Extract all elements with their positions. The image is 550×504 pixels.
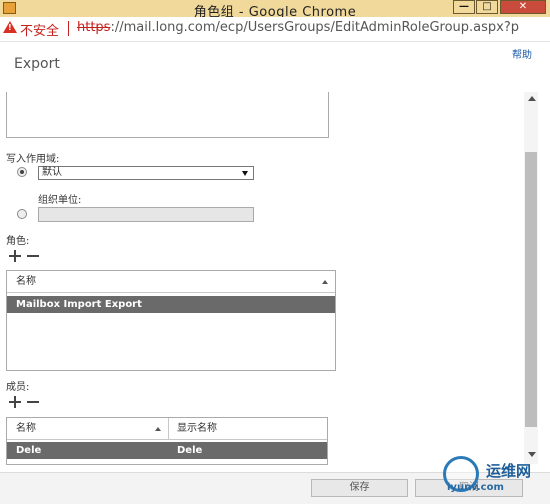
roles-label: 角色: [6, 236, 30, 247]
members-grid: 名称 显示名称 Dele Dele [6, 417, 328, 465]
add-member-plus-icon[interactable] [9, 396, 21, 408]
scroll-down-arrow-icon[interactable] [528, 452, 536, 457]
ou-label: 组织单位: [38, 195, 82, 206]
add-role-plus-icon[interactable] [9, 250, 21, 262]
roles-row-selected[interactable]: Mailbox Import Export [7, 296, 335, 313]
members-name-header[interactable]: 名称 [7, 418, 168, 440]
role-name-cell: Mailbox Import Export [16, 299, 142, 310]
members-display-header-label: 显示名称 [177, 423, 217, 434]
url-path: ://mail.long.com/ecp/UsersGroups/EditAdm… [110, 20, 520, 35]
minimize-button[interactable]: — [453, 0, 475, 14]
ou-scope-radio[interactable] [17, 209, 27, 219]
dialog-title: Export [14, 56, 60, 72]
members-row-selected[interactable]: Dele Dele [7, 442, 327, 459]
address-bar[interactable]: ! 不安全 https://mail.long.com/ecp/UsersGro… [0, 17, 550, 42]
save-button[interactable]: 保存 [311, 479, 408, 497]
warning-icon[interactable]: ! [3, 21, 17, 33]
sort-ascending-icon [322, 280, 328, 284]
roles-grid: 名称 Mailbox Import Export [6, 270, 336, 371]
default-scope-radio[interactable] [17, 167, 27, 177]
maximize-button[interactable]: □ [476, 0, 498, 14]
remove-member-minus-icon[interactable] [27, 401, 39, 403]
roles-header-label: 名称 [16, 276, 36, 287]
sort-ascending-icon [155, 427, 161, 431]
watermark-title: 运维网 [486, 462, 532, 480]
watermark-subtitle: iyunv.com [447, 482, 504, 493]
url-text[interactable]: https://mail.long.com/ecp/UsersGroups/Ed… [77, 20, 519, 35]
address-separator [68, 21, 69, 36]
dropdown-value: 默认 [42, 167, 62, 178]
scroll-up-arrow-icon[interactable] [528, 96, 536, 101]
write-scope-dropdown[interactable]: 默认 [38, 166, 254, 180]
ou-field [38, 207, 254, 222]
description-textarea[interactable] [6, 92, 329, 138]
help-link[interactable]: 帮助 [512, 46, 532, 61]
window-title-bar: 角色组 - Google Chrome — □ ✕ [0, 0, 550, 20]
remove-role-minus-icon[interactable] [27, 255, 39, 257]
chevron-down-icon [242, 171, 248, 176]
security-status[interactable]: 不安全 [20, 20, 59, 39]
members-label: 成员: [6, 382, 30, 393]
url-protocol: https [77, 20, 111, 35]
close-button[interactable]: ✕ [500, 0, 546, 14]
member-display-cell: Dele [177, 445, 203, 456]
write-scope-label: 写入作用域: [6, 154, 60, 165]
member-name-cell: Dele [16, 445, 42, 456]
members-display-header[interactable]: 显示名称 [168, 418, 327, 440]
members-name-header-label: 名称 [16, 423, 36, 434]
scrollbar-thumb[interactable] [525, 152, 537, 427]
roles-column-header[interactable]: 名称 [7, 271, 335, 293]
